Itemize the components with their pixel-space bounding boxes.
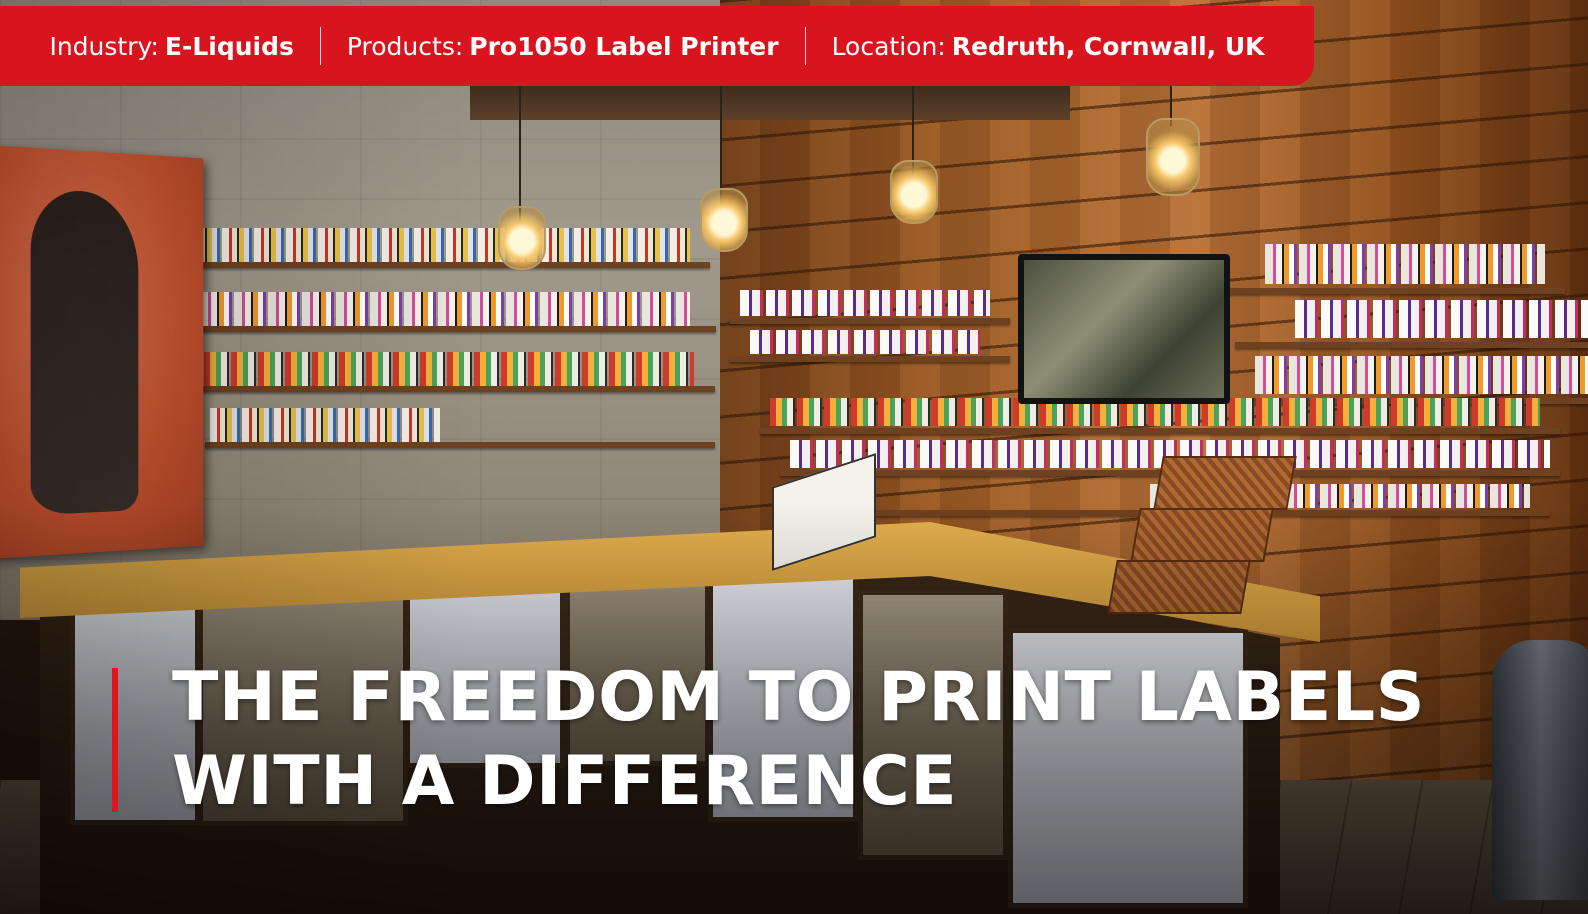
location-value: Redruth, Cornwall, UK (951, 31, 1265, 61)
location-label: Location: (831, 31, 946, 61)
case-study-info-bar: Industry: E-Liquids Products: Pro1050 La… (0, 6, 1314, 86)
industry-info: Industry: E-Liquids (23, 32, 319, 61)
hero-banner: Industry: E-Liquids Products: Pro1050 La… (0, 0, 1588, 914)
headline-line-2: WITH A DIFFERENCE (172, 742, 958, 821)
headline-line-1: THE FREEDOM TO PRINT LABELS (172, 658, 1426, 737)
industry-value: E-Liquids (164, 31, 294, 61)
industry-label: Industry: (49, 31, 159, 61)
products-label: Products: (346, 31, 464, 61)
location-info: Location: Redruth, Cornwall, UK (806, 32, 1291, 61)
products-info: Products: Pro1050 Label Printer (321, 32, 805, 61)
page-headline: THE FREEDOM TO PRINT LABELS WITH A DIFFE… (172, 656, 1425, 824)
headline-accent-bar (112, 668, 118, 812)
products-value: Pro1050 Label Printer (469, 31, 779, 61)
